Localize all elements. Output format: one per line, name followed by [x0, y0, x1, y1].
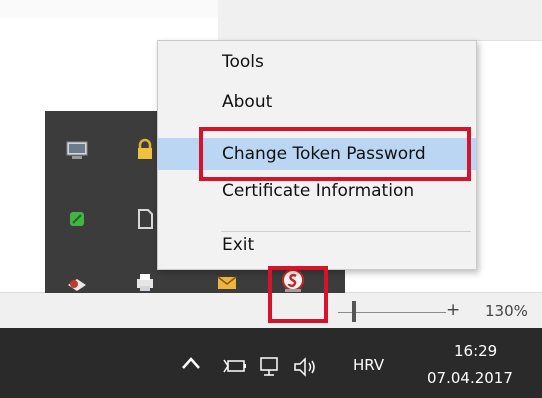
file-icon[interactable]	[133, 207, 157, 231]
zoom-slider-thumb[interactable]	[352, 301, 356, 322]
clock-time[interactable]: 16:29	[454, 342, 497, 360]
green-leaf-icon[interactable]	[65, 207, 89, 231]
menu-item-label: Certificate Information	[222, 181, 415, 201]
menu-item-about[interactable]: About	[158, 86, 476, 118]
menu-item-label: Exit	[222, 235, 255, 255]
menu-item-label: About	[222, 92, 273, 112]
battery-icon[interactable]	[222, 356, 248, 380]
cloud-icon[interactable]	[65, 271, 89, 295]
zoom-level: 130%	[485, 302, 528, 320]
printer-icon[interactable]	[133, 271, 157, 295]
language-indicator[interactable]: HRV	[353, 356, 384, 374]
network-icon[interactable]	[258, 356, 282, 382]
annotation-box-change-password	[199, 127, 471, 181]
window-toolbar	[218, 0, 542, 41]
monitor-icon[interactable]	[65, 138, 89, 162]
annotation-box-token-icon	[268, 266, 328, 323]
menu-item-exit[interactable]: Exit	[158, 229, 476, 261]
volume-icon[interactable]	[292, 356, 320, 382]
mail-icon[interactable]	[215, 271, 239, 295]
clock-date[interactable]: 07.04.2017	[427, 369, 513, 387]
lock-icon[interactable]	[133, 138, 157, 162]
menu-item-tools[interactable]: Tools	[158, 46, 476, 78]
zoom-in-button[interactable]: +	[446, 300, 460, 320]
show-hidden-icons-button[interactable]	[180, 354, 202, 376]
menu-item-label: Tools	[222, 52, 264, 72]
